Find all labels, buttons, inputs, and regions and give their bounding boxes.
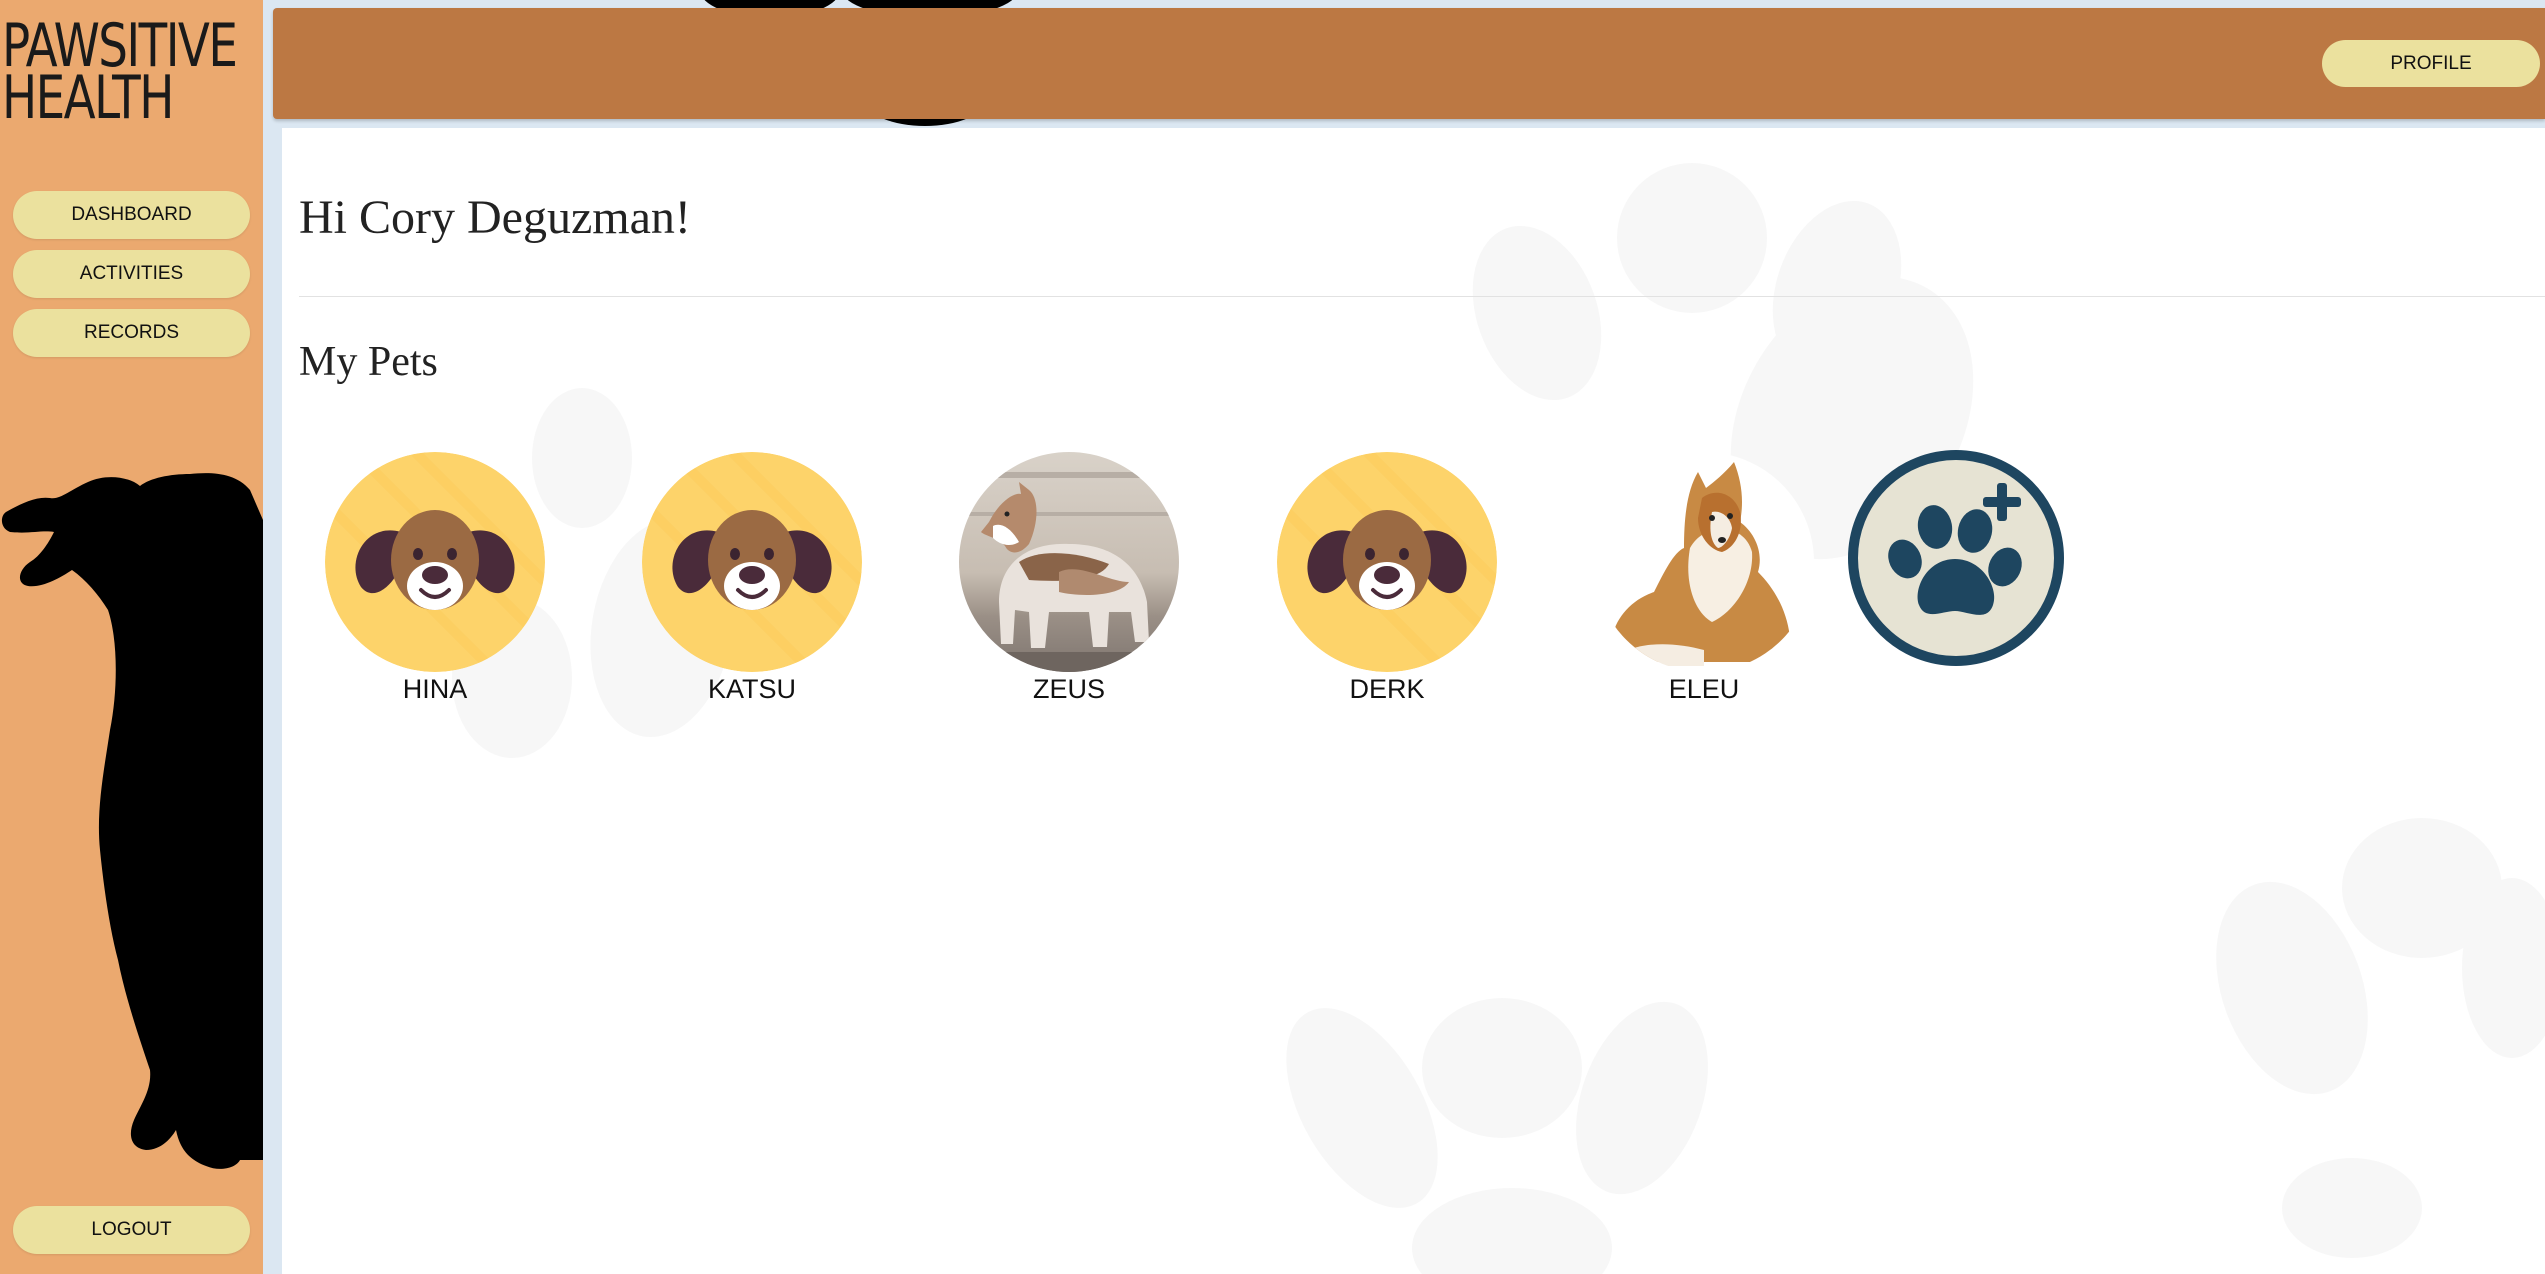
- top-bar: [273, 8, 2545, 119]
- dog-silhouette-illustration: [1, 473, 263, 1169]
- pet-name: HINA: [402, 674, 468, 704]
- dog-photo: [1594, 452, 1814, 672]
- profile-button[interactable]: PROFILE: [2322, 40, 2540, 87]
- cartoon-dog-icon: [1277, 452, 1497, 672]
- sidebar: PAWSITIVE HEALTH DASHBOARD ACTIVITIES RE…: [0, 0, 263, 1274]
- sidebar-item-activities[interactable]: ACTIVITIES: [13, 250, 250, 298]
- page-title: Hi Cory Deguzman!: [299, 191, 691, 244]
- divider: [299, 296, 2545, 297]
- pet-card-eleu[interactable]: ELEU: [1594, 452, 1814, 705]
- cartoon-dog-icon: [325, 452, 545, 672]
- pet-name: KATSU: [707, 674, 796, 704]
- app-window: PAWSITIVE HEALTH DASHBOARD ACTIVITIES RE…: [0, 0, 2545, 1274]
- section-title: My Pets: [299, 339, 438, 385]
- pet-card-hina[interactable]: HINA: [325, 452, 545, 705]
- pet-name: ELEU: [1668, 674, 1740, 704]
- pet-name: DERK: [1349, 674, 1425, 704]
- sidebar-item-records[interactable]: RECORDS: [13, 309, 250, 357]
- logout-button[interactable]: LOGOUT: [13, 1206, 250, 1254]
- dog-photo: [959, 452, 1179, 672]
- pet-name: ZEUS: [1032, 674, 1105, 704]
- pet-card-zeus[interactable]: ZEUS: [959, 452, 1179, 705]
- pet-card-katsu[interactable]: KATSU: [642, 452, 862, 705]
- sidebar-item-dashboard[interactable]: DASHBOARD: [13, 191, 250, 239]
- pet-card-derk[interactable]: DERK: [1277, 452, 1497, 705]
- add-pet-button[interactable]: [1847, 449, 2065, 667]
- main-panel: Hi Cory Deguzman! My Pets HINA KATSU ZEU…: [282, 128, 2545, 1274]
- cartoon-dog-icon: [642, 452, 862, 672]
- app-logo[interactable]: PAWSITIVE HEALTH: [2, 16, 238, 128]
